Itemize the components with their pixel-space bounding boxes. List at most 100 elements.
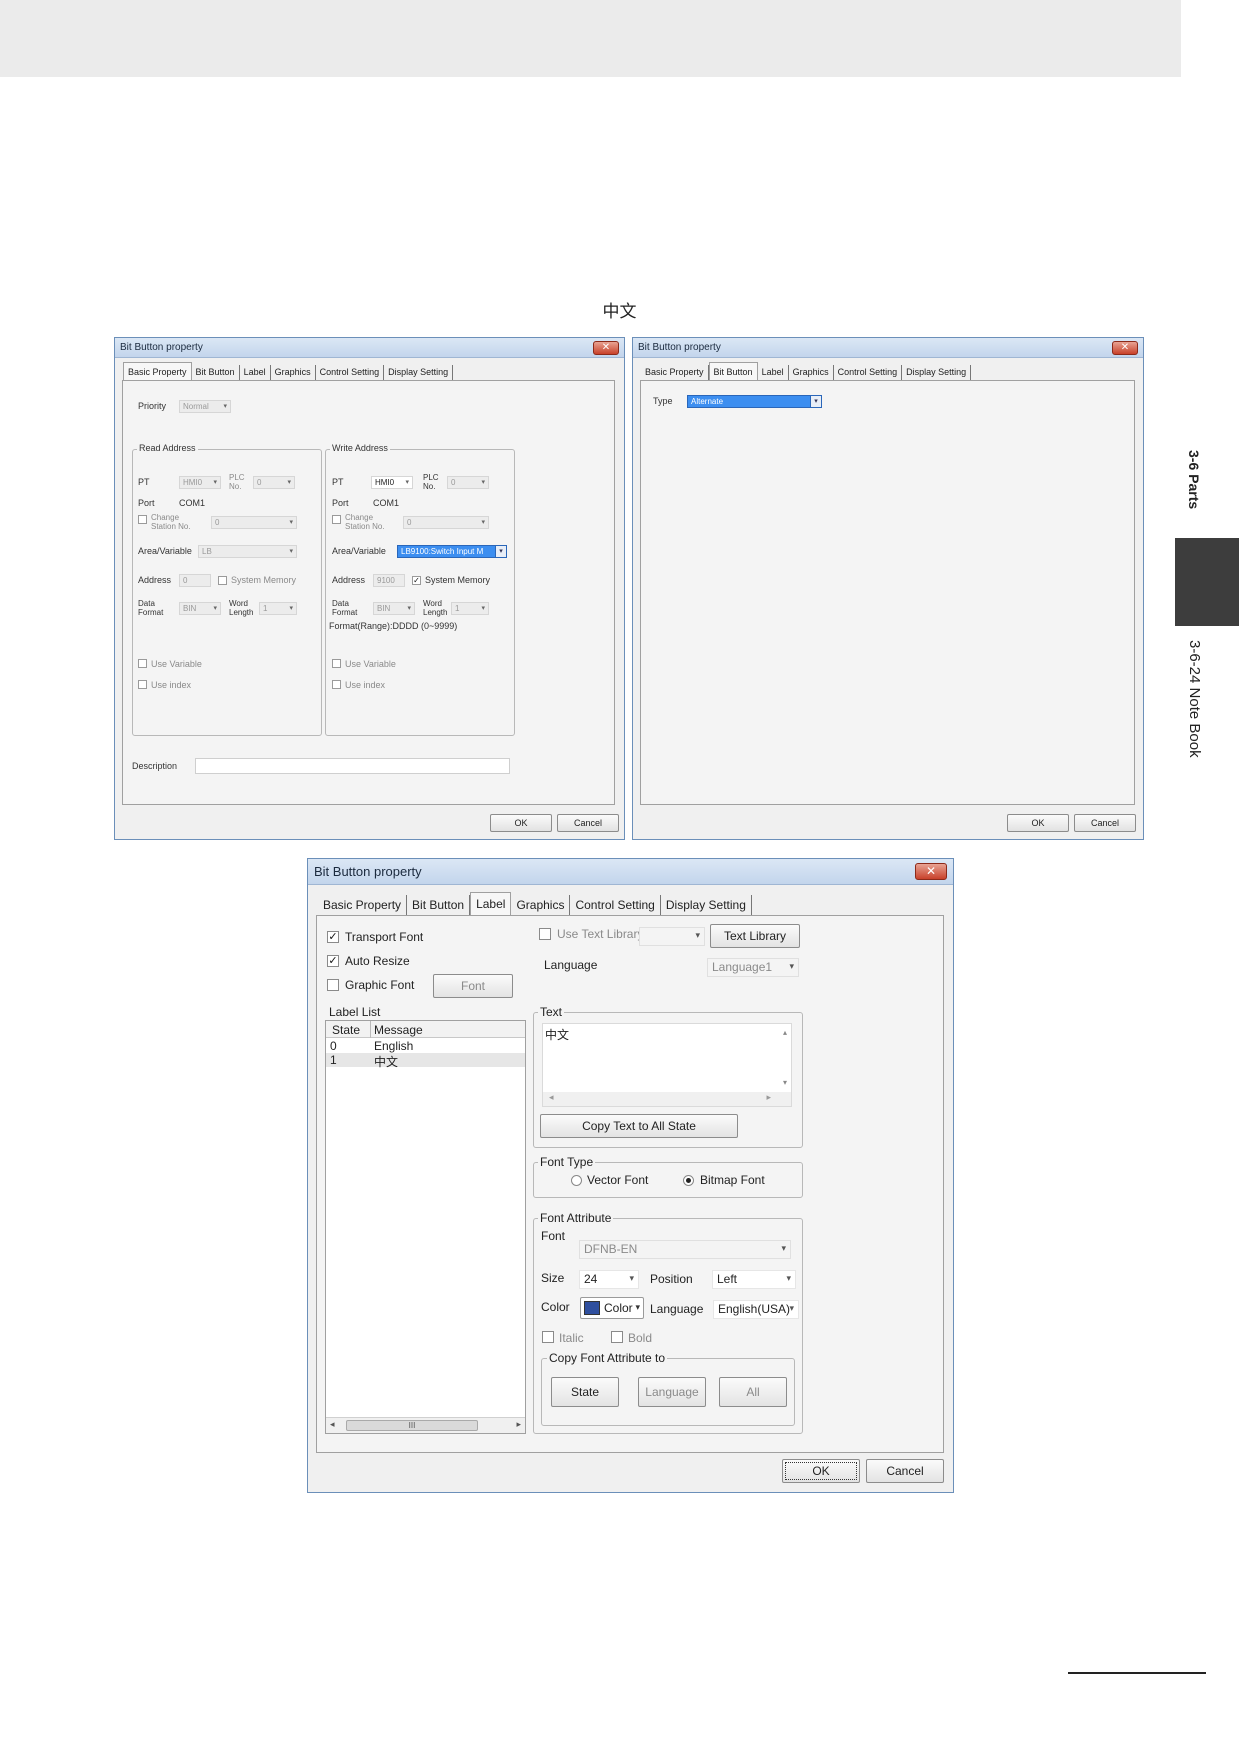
write-station-dropdown[interactable]: 0 ▾ [403, 516, 489, 529]
priority-dropdown[interactable]: Normal ▾ [179, 400, 231, 413]
dialog-title: Bit Button property [314, 864, 422, 879]
ok-button[interactable]: OK [782, 1459, 860, 1483]
ok-button[interactable]: OK [1007, 814, 1069, 832]
write-plc-dropdown[interactable]: 0 ▾ [447, 476, 489, 489]
scroll-left-icon[interactable]: ◂ [330, 1419, 335, 1430]
scroll-left-icon[interactable]: ◂ [549, 1092, 554, 1103]
write-address-input[interactable]: 9100 [373, 574, 405, 587]
bitmap-font-radio[interactable] [683, 1175, 694, 1186]
col-state[interactable]: State [332, 1023, 360, 1037]
tab-control-setting[interactable]: Control Setting [316, 365, 385, 380]
read-use-index-checkbox[interactable] [138, 680, 147, 689]
close-icon[interactable]: ✕ [1112, 341, 1138, 355]
copy-to-state-button[interactable]: State [551, 1377, 619, 1407]
close-icon[interactable]: ✕ [915, 863, 947, 880]
cancel-button[interactable]: Cancel [866, 1459, 944, 1483]
cancel-button[interactable]: Cancel [1074, 814, 1136, 832]
row-state: 0 [330, 1039, 337, 1053]
ok-button[interactable]: OK [490, 814, 552, 832]
write-word-length-dropdown[interactable]: 1 ▾ [451, 602, 489, 615]
tab-display-setting[interactable]: Display Setting [384, 365, 454, 380]
tab-basic-property[interactable]: Basic Property [641, 365, 709, 380]
color-button[interactable]: Color ▾ [580, 1297, 644, 1319]
tab-bit-button[interactable]: Bit Button [407, 895, 471, 915]
tab-bit-button[interactable]: Bit Button [708, 362, 758, 380]
write-port-label: Port [332, 498, 349, 508]
scroll-thumb[interactable]: III [346, 1420, 478, 1431]
position-dropdown[interactable]: Left ▾ [712, 1270, 796, 1289]
copy-to-all-button[interactable]: All [719, 1377, 787, 1407]
cancel-button[interactable]: Cancel [557, 814, 619, 832]
tab-graphics[interactable]: Graphics [789, 365, 834, 380]
tab-control-setting[interactable]: Control Setting [570, 895, 661, 915]
tab-basic-property[interactable]: Basic Property [318, 895, 408, 915]
auto-resize-checkbox[interactable]: ✓ [327, 955, 339, 967]
vector-font-radio[interactable] [571, 1175, 582, 1186]
label-list: State Message 0 English 1 中文 ◂ III ▸ [325, 1020, 526, 1434]
read-system-memory-checkbox[interactable] [218, 576, 227, 585]
tab-display-setting[interactable]: Display Setting [902, 365, 972, 380]
close-icon[interactable]: ✕ [593, 341, 619, 355]
read-data-format-dropdown[interactable]: BIN ▾ [179, 602, 221, 615]
text-input[interactable]: 中文 ▴ ▾ ◂ ▸ [542, 1023, 792, 1107]
read-station-dropdown[interactable]: 0 ▾ [211, 516, 297, 529]
copy-text-to-all-state-button[interactable]: Copy Text to All State [540, 1114, 738, 1138]
scroll-right-icon[interactable]: ▸ [766, 1092, 771, 1103]
tab-control-setting[interactable]: Control Setting [834, 365, 903, 380]
transport-font-checkbox[interactable]: ✓ [327, 931, 339, 943]
read-address-title: Read Address [137, 443, 198, 453]
write-change-station-checkbox[interactable] [332, 515, 341, 524]
graphic-font-checkbox[interactable] [327, 979, 339, 991]
table-row[interactable]: 0 English [326, 1039, 525, 1053]
write-system-memory-checkbox[interactable]: ✓ [412, 576, 421, 585]
read-word-length-dropdown[interactable]: 1 ▾ [259, 602, 297, 615]
horizontal-scrollbar[interactable]: ◂ III ▸ [326, 1417, 525, 1433]
read-address-input[interactable]: 0 [179, 574, 211, 587]
write-data-format-dropdown[interactable]: BIN ▾ [373, 602, 415, 615]
type-dropdown[interactable]: Alternate ▾ [687, 395, 822, 408]
tab-graphics[interactable]: Graphics [511, 895, 571, 915]
tab-bit-button[interactable]: Bit Button [192, 365, 240, 380]
bold-checkbox[interactable] [611, 1331, 623, 1343]
text-library-button[interactable]: Text Library [710, 924, 800, 948]
write-change-station-label: Change Station No. [345, 513, 385, 531]
col-message[interactable]: Message [374, 1023, 423, 1037]
scroll-right-icon[interactable]: ▸ [516, 1419, 521, 1430]
tab-display-setting[interactable]: Display Setting [661, 895, 752, 915]
write-use-index-checkbox[interactable] [332, 680, 341, 689]
scroll-up-icon[interactable]: ▴ [783, 1028, 787, 1037]
read-change-station-checkbox[interactable] [138, 515, 147, 524]
text-h-scrollbar[interactable]: ◂ ▸ [543, 1092, 791, 1106]
write-area-dropdown[interactable]: LB9100:Switch Input M ▾ [397, 545, 507, 558]
use-text-library-checkbox[interactable] [539, 928, 551, 940]
table-row[interactable]: 1 中文 [326, 1053, 525, 1069]
tab-graphics[interactable]: Graphics [271, 365, 316, 380]
language-dropdown[interactable]: Language1 ▾ [707, 958, 799, 977]
copy-to-language-button[interactable]: Language [638, 1377, 706, 1407]
side-subsection-label: 3-6-24 Note Book [1186, 640, 1203, 758]
description-input[interactable] [195, 758, 510, 774]
font-dropdown[interactable]: DFNB-EN ▾ [579, 1240, 791, 1259]
priority-label: Priority [138, 401, 167, 411]
text-library-dropdown[interactable]: ▾ [639, 927, 705, 946]
read-address-label: Address [138, 575, 172, 585]
font-button[interactable]: Font [433, 974, 513, 998]
scroll-down-icon[interactable]: ▾ [783, 1078, 787, 1087]
size-dropdown[interactable]: 24 ▾ [579, 1270, 639, 1289]
font-language-dropdown[interactable]: English(USA) ▾ [713, 1300, 799, 1319]
write-use-variable-checkbox[interactable] [332, 659, 341, 668]
read-use-variable-checkbox[interactable] [138, 659, 147, 668]
tab-basic-property[interactable]: Basic Property [123, 362, 192, 380]
read-area-dropdown[interactable]: LB ▾ [198, 545, 297, 558]
col-divider [370, 1021, 371, 1038]
size-label: Size [541, 1271, 565, 1285]
tab-label[interactable]: Label [470, 892, 512, 915]
read-plc-dropdown[interactable]: 0 ▾ [253, 476, 295, 489]
read-pt-dropdown[interactable]: HMI0 ▾ [179, 476, 221, 489]
font-language-label: Language [650, 1302, 704, 1316]
write-pt-dropdown[interactable]: HMI0 ▾ [371, 476, 413, 489]
tab-label[interactable]: Label [240, 365, 271, 380]
italic-checkbox[interactable] [542, 1331, 554, 1343]
tab-label[interactable]: Label [758, 365, 789, 380]
graphic-font-label: Graphic Font [345, 978, 415, 992]
